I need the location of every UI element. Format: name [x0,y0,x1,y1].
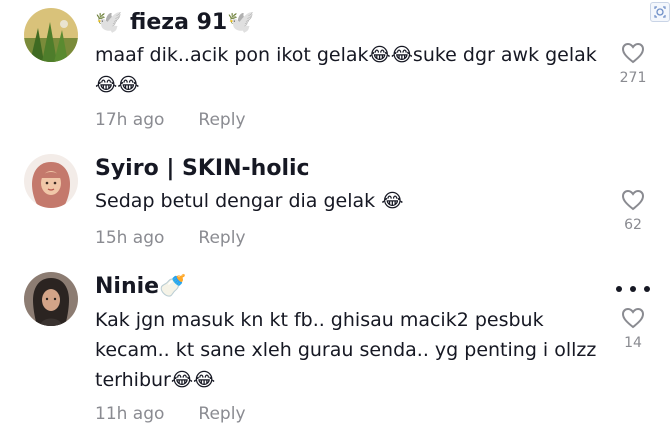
reply-button[interactable]: Reply [198,110,245,130]
user-avatar[interactable] [24,272,78,326]
more-options-icon[interactable] [616,284,650,294]
comment-text: Sedap betul dengar dia gelak 😂 [95,190,404,212]
like-count: 14 [624,335,642,351]
user-avatar[interactable] [24,8,78,62]
reply-button[interactable]: Reply [198,404,245,424]
like-control[interactable]: 271 [616,42,650,86]
comment-timestamp: 11h ago [95,404,165,424]
comment-meta: 15h ago Reply [95,228,246,248]
comment-username[interactable]: Syiro | SKIN-holic [95,156,310,181]
comment-text: maaf dik..acik pon ikot gelak😂😂suke dgr … [95,44,597,96]
comment-text: Kak jgn masuk kn kt fb.. ghisau macik2 p… [95,309,597,391]
heart-icon[interactable] [621,189,645,211]
comment-username[interactable]: 🕊️ fieza 91🕊️ [95,10,255,35]
comment-timestamp: 15h ago [95,228,165,248]
comment-meta: 11h ago Reply [95,404,246,424]
user-avatar[interactable] [24,154,78,208]
like-count: 271 [619,70,647,86]
like-control[interactable]: 62 [616,189,650,233]
heart-icon[interactable] [621,42,645,64]
screenshot-corner-icon [650,2,670,22]
comment-meta: 17h ago Reply [95,110,246,130]
like-control[interactable]: 14 [616,307,650,351]
reply-button[interactable]: Reply [198,228,245,248]
comment-timestamp: 17h ago [95,110,165,130]
like-count: 62 [624,217,642,233]
comment-username[interactable]: Ninie🍼 [95,274,186,299]
heart-icon[interactable] [621,307,645,329]
